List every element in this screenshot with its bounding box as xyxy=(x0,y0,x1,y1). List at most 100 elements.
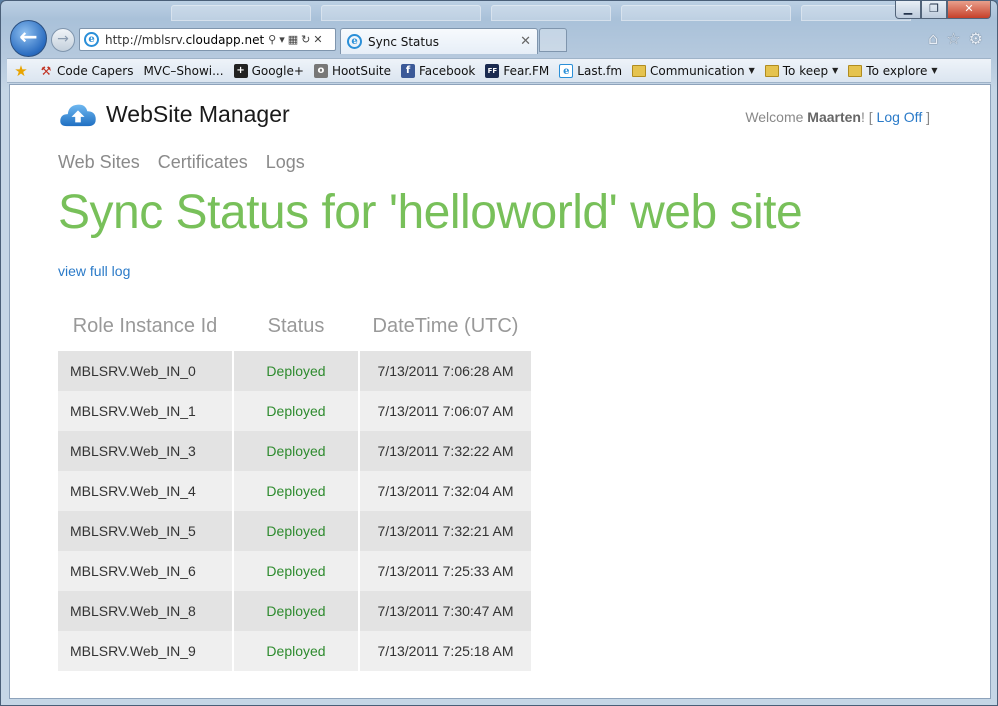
address-bar[interactable]: e http://mblsrv.cloudapp.net ⚲ ▾ ▦ ↻ ✕ xyxy=(79,28,336,51)
datetime-cell: 7/13/2011 7:32:22 AM xyxy=(360,431,531,471)
favorite-facebook[interactable]: f Facebook xyxy=(401,63,475,78)
table-row: MBLSRV.Web_IN_3 Deployed 7/13/2011 7:32:… xyxy=(58,431,531,471)
status-cell: Deployed xyxy=(234,471,358,511)
bracket-open: ! [ xyxy=(860,109,873,125)
datetime-cell: 7/13/2011 7:25:33 AM xyxy=(360,551,531,591)
favorites-star-icon[interactable]: ☆ xyxy=(946,29,960,48)
welcome-text: Welcome xyxy=(745,109,804,125)
cloud-upload-icon xyxy=(60,104,96,126)
favorite-hootsuite[interactable]: o HootSuite xyxy=(313,63,391,78)
menu-certificates[interactable]: Certificates xyxy=(158,152,248,173)
chevron-down-icon: ▼ xyxy=(832,66,839,75)
minimize-icon[interactable]: ▁ xyxy=(895,1,921,19)
datetime-cell: 7/13/2011 7:06:07 AM xyxy=(360,391,531,431)
role-instance-id: MBLSRV.Web_IN_5 xyxy=(58,511,232,551)
favorite-google-plus[interactable]: + Google+ xyxy=(233,63,304,78)
favorite-folder-communication[interactable]: Communication ▼ xyxy=(632,64,755,78)
menu-logs[interactable]: Logs xyxy=(266,152,305,173)
role-instance-id: MBLSRV.Web_IN_3 xyxy=(58,431,232,471)
datetime-cell: 7/13/2011 7:32:04 AM xyxy=(360,471,531,511)
status-cell: Deployed xyxy=(234,591,358,631)
datetime-cell: 7/13/2011 7:30:47 AM xyxy=(360,591,531,631)
close-tab-icon[interactable]: ✕ xyxy=(520,34,531,49)
dropdown-icon[interactable]: ▾ xyxy=(279,33,285,46)
owl-icon: o xyxy=(313,63,328,78)
tab-title: Sync Status xyxy=(368,34,439,49)
login-status: Welcome Maarten! [ Log Off ] xyxy=(745,109,930,125)
favorites-bar: ★ ⚒ Code Capers MVC–Showi... + Google+ o Ho… xyxy=(7,58,991,83)
status-cell: Deployed xyxy=(234,351,358,391)
folder-icon xyxy=(848,64,863,77)
table-row: MBLSRV.Web_IN_8 Deployed 7/13/2011 7:30:… xyxy=(58,591,531,631)
menu-web-sites[interactable]: Web Sites xyxy=(58,152,140,173)
window-controls: ▁ ❐ ✕ xyxy=(895,1,991,19)
folder-icon xyxy=(764,64,779,77)
page-content: WebSite Manager Welcome Maarten! [ Log O… xyxy=(9,84,991,699)
facebook-icon: f xyxy=(401,63,415,78)
datetime-cell: 7/13/2011 7:06:28 AM xyxy=(360,351,531,391)
favorite-last-fm[interactable]: e Last.fm xyxy=(559,63,622,78)
fear-fm-icon: FF xyxy=(485,63,500,78)
gear-icon[interactable]: ⚙ xyxy=(969,29,983,48)
role-instance-id: MBLSRV.Web_IN_0 xyxy=(58,351,232,391)
chevron-down-icon: ▼ xyxy=(931,66,938,75)
column-header-status: Status xyxy=(267,314,325,337)
favorite-code-capers[interactable]: ⚒ Code Capers xyxy=(39,63,134,78)
role-instance-id: MBLSRV.Web_IN_1 xyxy=(58,391,232,431)
stop-icon[interactable]: ✕ xyxy=(313,33,322,46)
column-header-role-instance-id: Role Instance Id xyxy=(72,314,218,337)
role-instance-id: MBLSRV.Web_IN_9 xyxy=(58,631,232,671)
site-logo[interactable]: WebSite Manager xyxy=(58,101,290,128)
status-cell: Deployed xyxy=(234,511,358,551)
ie-page-icon: e xyxy=(84,32,99,47)
table-row: MBLSRV.Web_IN_4 Deployed 7/13/2011 7:32:… xyxy=(58,471,531,511)
status-cell: Deployed xyxy=(234,391,358,431)
main-menu: Web Sites Certificates Logs xyxy=(58,152,305,173)
view-full-log-link[interactable]: view full log xyxy=(58,263,130,279)
table-row: MBLSRV.Web_IN_1 Deployed 7/13/2011 7:06:… xyxy=(58,391,531,431)
browser-window: ▁ ❐ ✕ ← → e http://mblsrv.cloudapp.net ⚲… xyxy=(0,0,998,706)
status-cell: Deployed xyxy=(234,551,358,591)
search-icon[interactable]: ⚲ xyxy=(268,33,276,46)
sync-status-table: Role Instance Id Status DateTime (UTC) M… xyxy=(56,311,533,671)
role-instance-id: MBLSRV.Web_IN_4 xyxy=(58,471,232,511)
url-text[interactable]: http://mblsrv.cloudapp.net xyxy=(105,33,264,47)
close-window-icon[interactable]: ✕ xyxy=(947,1,991,19)
favorite-folder-to-keep[interactable]: To keep ▼ xyxy=(764,64,839,78)
role-instance-id: MBLSRV.Web_IN_8 xyxy=(58,591,232,631)
home-icon[interactable]: ⌂ xyxy=(928,29,938,48)
compatibility-icon[interactable]: ▦ xyxy=(288,33,298,46)
forward-arrow-icon[interactable]: → xyxy=(51,28,75,52)
tab-sync-status[interactable]: e Sync Status ✕ xyxy=(340,28,538,54)
datetime-cell: 7/13/2011 7:25:18 AM xyxy=(360,631,531,671)
ie-tab-icon: e xyxy=(347,34,362,49)
favorite-mvc[interactable]: MVC–Showi... xyxy=(143,64,223,78)
table-row: MBLSRV.Web_IN_6 Deployed 7/13/2011 7:25:… xyxy=(58,551,531,591)
new-tab-button[interactable] xyxy=(539,28,567,52)
bracket-close: ] xyxy=(926,109,930,125)
favorites-icon[interactable]: ★ xyxy=(13,63,29,78)
favorite-folder-to-explore[interactable]: To explore ▼ xyxy=(848,64,938,78)
status-cell: Deployed xyxy=(234,431,358,471)
table-row: MBLSRV.Web_IN_5 Deployed 7/13/2011 7:32:… xyxy=(58,511,531,551)
refresh-icon[interactable]: ↻ xyxy=(301,33,310,46)
user-name: Maarten xyxy=(807,109,861,125)
column-header-datetime: DateTime (UTC) xyxy=(372,314,519,337)
google-plus-icon: + xyxy=(233,63,248,78)
log-off-link[interactable]: Log Off xyxy=(877,109,923,125)
table-row: MBLSRV.Web_IN_9 Deployed 7/13/2011 7:25:… xyxy=(58,631,531,671)
table-row: MBLSRV.Web_IN_0 Deployed 7/13/2011 7:06:… xyxy=(58,351,531,391)
logo-text: WebSite Manager xyxy=(106,101,290,127)
page-title: Sync Status for 'helloworld' web site xyxy=(58,186,803,239)
ie-page-icon: e xyxy=(559,63,574,78)
status-cell: Deployed xyxy=(234,631,358,671)
background-tabs xyxy=(171,5,911,21)
wrench-icon: ⚒ xyxy=(40,63,52,78)
favorite-fear-fm[interactable]: FF Fear.FM xyxy=(485,63,549,78)
datetime-cell: 7/13/2011 7:32:21 AM xyxy=(360,511,531,551)
restore-icon[interactable]: ❐ xyxy=(921,1,947,19)
role-instance-id: MBLSRV.Web_IN_6 xyxy=(58,551,232,591)
chevron-down-icon: ▼ xyxy=(748,66,755,75)
back-arrow-icon[interactable]: ← xyxy=(10,20,47,57)
folder-icon xyxy=(632,64,647,77)
